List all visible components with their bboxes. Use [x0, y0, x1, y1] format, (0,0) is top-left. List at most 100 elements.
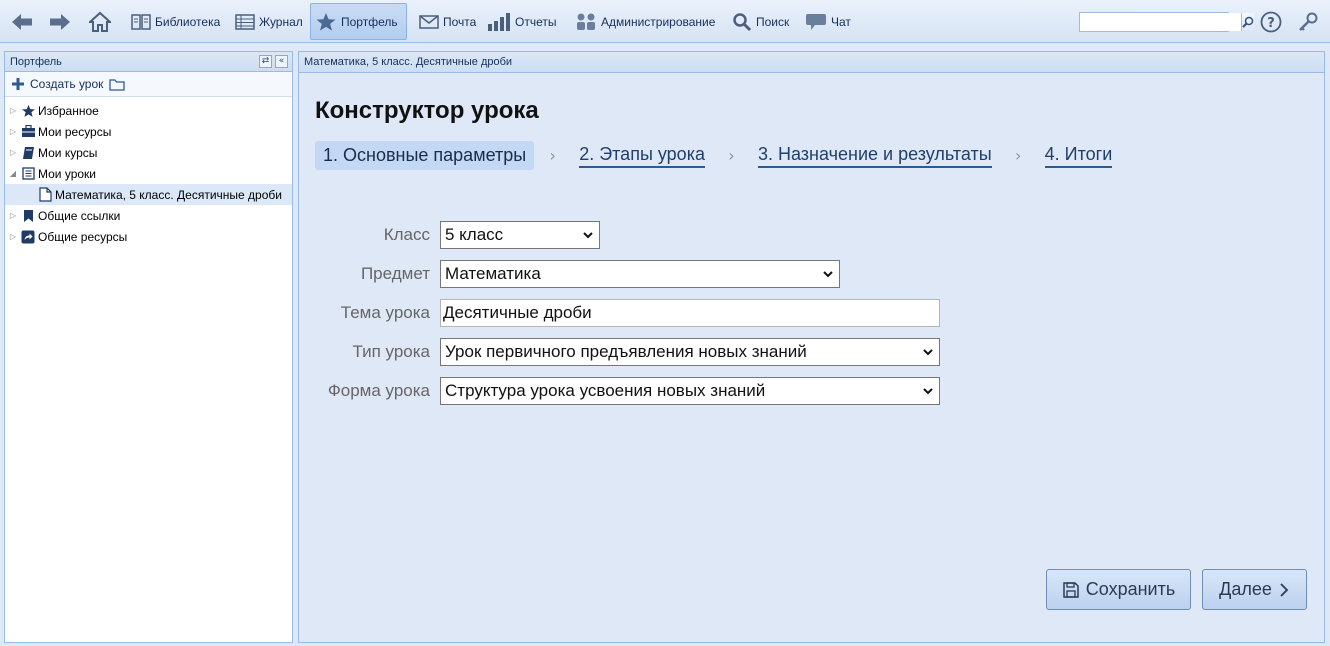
step-label: 2. Этапы урока	[579, 144, 705, 168]
save-button[interactable]: Сохранить	[1046, 569, 1191, 610]
back-button[interactable]	[5, 3, 39, 40]
expand-arrow-icon[interactable]: ▷	[8, 106, 18, 115]
step-lesson-stages[interactable]: 2. Этапы урока	[571, 141, 713, 170]
lesson-builder-header: Математика, 5 класс. Десятичные дроби	[299, 52, 1324, 73]
help-button[interactable]: ?	[1255, 3, 1287, 40]
expand-arrow-icon[interactable]: ▷	[8, 127, 18, 136]
briefcase-icon	[21, 125, 35, 137]
tree-item-favorites[interactable]: ▷ Избранное	[5, 100, 292, 121]
tree-item-my-resources[interactable]: ▷ Мои ресурсы	[5, 121, 292, 142]
step-label: 4. Итоги	[1044, 144, 1113, 168]
lesson-type-select-value: Урок первичного предъявления новых знани…	[445, 342, 807, 361]
toolbar-search-label: Поиск	[756, 14, 790, 29]
tree-item-shared-resources[interactable]: ▷ Общие ресурсы	[5, 226, 292, 247]
settings-button[interactable]	[1292, 3, 1324, 40]
svg-text:?: ?	[1267, 16, 1275, 31]
lesson-form-label: Форма урока	[327, 381, 430, 400]
chevron-right-icon	[1280, 582, 1289, 597]
lesson-type-select[interactable]: Урок первичного предъявления новых знани…	[440, 338, 940, 366]
lesson-form-select[interactable]: Структура урока усвоения новых знаний	[440, 377, 940, 405]
tree-item-lesson-math[interactable]: Математика, 5 класс. Десятичные дроби	[5, 184, 292, 205]
topic-input-value: Десятичные дроби	[443, 303, 592, 322]
global-search-box	[1079, 12, 1254, 32]
chevron-right-icon: ›	[1014, 146, 1022, 165]
toolbar-journal-label: Журнал	[259, 14, 303, 29]
subject-select-value: Математика	[445, 264, 541, 283]
step-label: 3. Назначение и результаты	[757, 144, 992, 168]
save-button-label: Сохранить	[1085, 579, 1176, 599]
forward-button[interactable]	[43, 3, 77, 40]
chevron-down-icon	[923, 349, 933, 356]
collapse-panel-button[interactable]: «	[275, 55, 288, 68]
lesson-form-row: Форма урока Структура урока усвоения нов…	[299, 377, 940, 405]
toolbar-reports[interactable]: Отчеты	[482, 3, 561, 40]
tree-item-label: Мои уроки	[38, 166, 97, 181]
toolbar-admin[interactable]: Администрирование	[570, 3, 720, 40]
magnifier-icon	[1242, 16, 1254, 28]
chat-icon	[806, 13, 826, 30]
class-label: Класс	[383, 225, 430, 244]
topic-row: Тема урока Десятичные дроби	[299, 299, 940, 327]
arrow-left-icon	[12, 13, 32, 30]
document-icon	[38, 187, 52, 202]
next-button[interactable]: Далее	[1202, 569, 1307, 610]
class-select-value: 5 класс	[445, 225, 504, 244]
toolbar-journal[interactable]: Журнал	[230, 3, 308, 40]
toolbar-chat[interactable]: Чат	[800, 3, 856, 40]
toolbar-search[interactable]: Поиск	[727, 3, 794, 40]
journal-icon	[235, 13, 255, 30]
tree-item-my-lessons[interactable]: ◢ Мои уроки	[5, 163, 292, 184]
create-lesson-button[interactable]: Создать урок	[30, 77, 103, 91]
tree-item-my-courses[interactable]: ▷ Мои курсы	[5, 142, 292, 163]
folder-icon[interactable]	[109, 78, 126, 91]
tree-item-shared-links[interactable]: ▷ Общие ссылки	[5, 205, 292, 226]
subject-select[interactable]: Математика	[440, 260, 840, 288]
tree-item-label: Мои ресурсы	[38, 124, 112, 139]
toolbar-portfolio-label: Портфель	[341, 14, 398, 29]
class-row: Класс 5 класс	[299, 221, 600, 249]
expand-arrow-icon[interactable]: ▷	[8, 232, 18, 241]
home-icon	[89, 11, 111, 32]
plus-icon[interactable]	[12, 78, 24, 90]
floppy-disk-icon	[1063, 581, 1079, 598]
lesson-type-label: Тип урока	[352, 342, 430, 361]
bookmark-icon	[23, 209, 33, 222]
expand-arrow-icon[interactable]: ▷	[8, 148, 18, 157]
lesson-form-select-value: Структура урока усвоения новых знаний	[445, 381, 766, 400]
chevron-right-icon: ›	[728, 146, 735, 165]
home-button[interactable]	[84, 3, 116, 40]
chevron-down-icon	[583, 232, 593, 239]
subject-label: Предмет	[360, 264, 430, 283]
mail-icon	[419, 14, 439, 29]
toolbar-reports-label: Отчеты	[515, 14, 557, 29]
toolbar-mail[interactable]: Почта	[414, 3, 481, 40]
lesson-builder-panel: Математика, 5 класс. Десятичные дроби Ко…	[298, 51, 1325, 643]
chevron-down-icon	[823, 271, 833, 278]
topic-input[interactable]: Десятичные дроби	[440, 299, 940, 327]
admin-icon	[577, 13, 595, 30]
step-purpose-results[interactable]: 3. Назначение и результаты	[750, 141, 1000, 170]
step-basic-params[interactable]: 1. Основные параметры	[315, 141, 535, 170]
star-icon	[316, 12, 336, 31]
key-icon	[1299, 12, 1318, 31]
class-select[interactable]: 5 класс	[440, 221, 600, 249]
portfolio-tree: ▷ Избранное ▷ Мои ресурсы ▷ Мои курсы ◢ …	[5, 97, 292, 247]
chevron-down-icon	[923, 388, 933, 395]
breadcrumb: Математика, 5 класс. Десятичные дроби	[304, 56, 513, 68]
tree-item-label: Общие ссылки	[38, 208, 121, 223]
lessons-icon	[21, 167, 35, 180]
reports-icon	[488, 12, 510, 31]
global-search-button[interactable]	[1241, 13, 1254, 31]
collapse-arrow-icon[interactable]: ◢	[8, 169, 18, 178]
toolbar-portfolio[interactable]: Портфель	[310, 3, 407, 40]
global-search-input[interactable]	[1080, 13, 1241, 31]
collapse-left-icon: «	[278, 56, 285, 66]
toolbar-library[interactable]: Библиотека	[126, 3, 225, 40]
expand-arrow-icon[interactable]: ▷	[8, 211, 18, 220]
wizard-steps: 1. Основные параметры › 2. Этапы урока ›…	[315, 141, 1120, 170]
refresh-button[interactable]: ⇄	[259, 55, 272, 68]
create-lesson-row: Создать урок	[5, 72, 292, 97]
topic-label: Тема урока	[340, 303, 430, 322]
page-title: Конструктор урока	[315, 97, 539, 124]
step-summary[interactable]: 4. Итоги	[1037, 141, 1121, 170]
